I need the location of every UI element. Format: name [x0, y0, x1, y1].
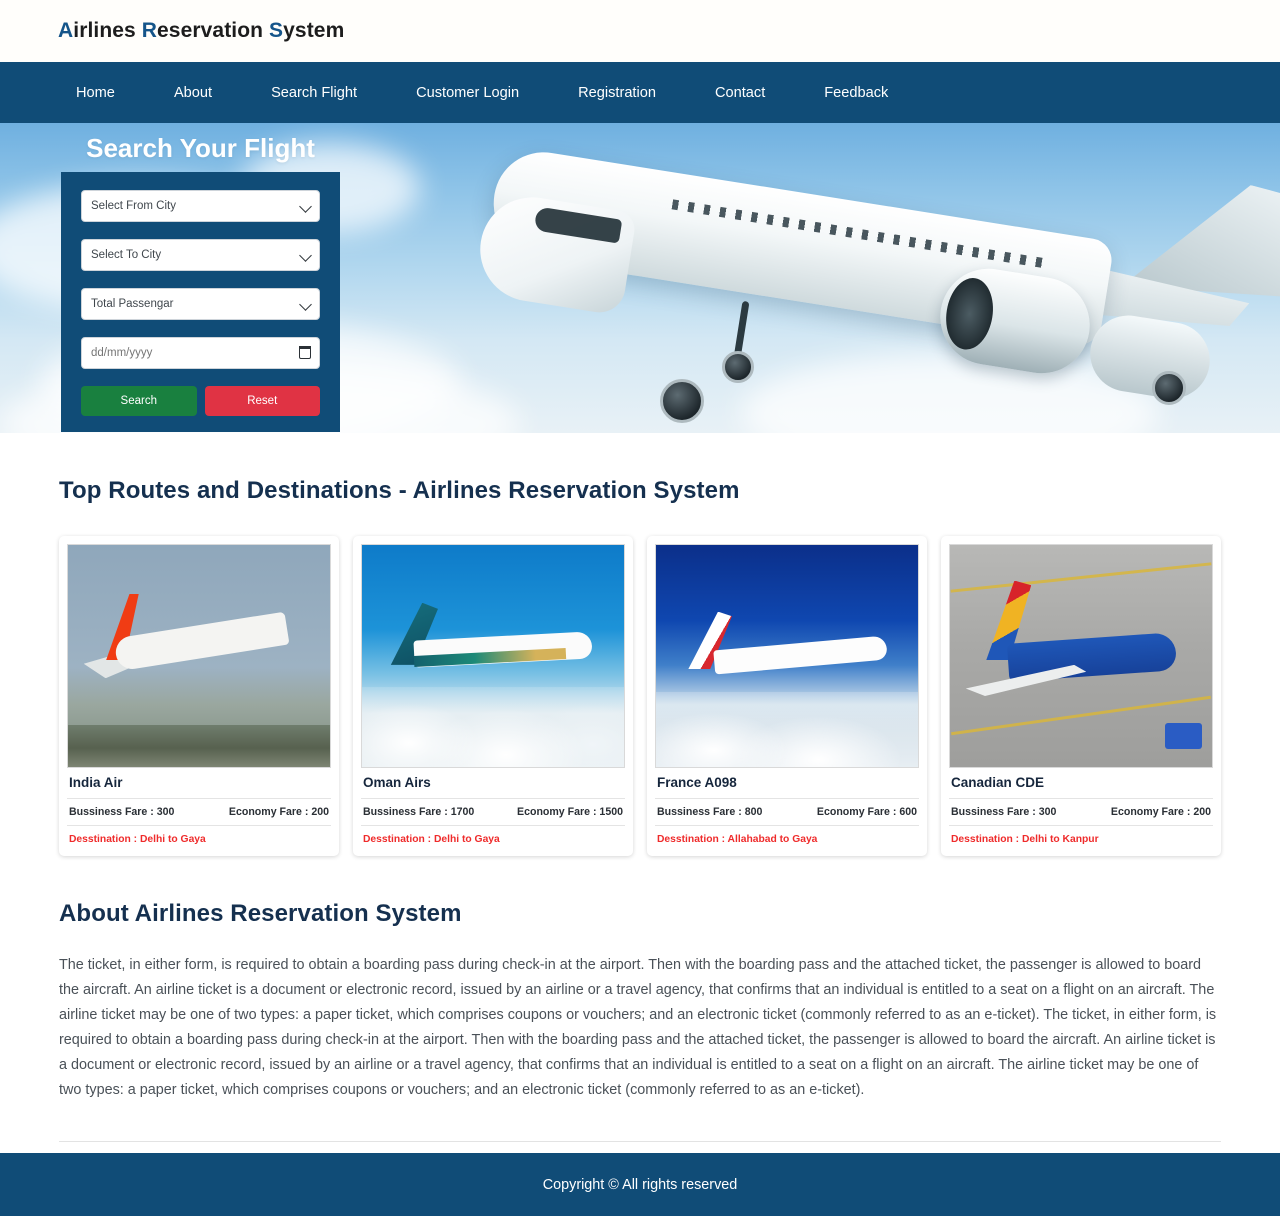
logo-initial-s: S [269, 19, 284, 42]
economy-fare-label: Economy Fare : 200 [1110, 806, 1211, 818]
route-card-airline-name: Canadian CDE [949, 768, 1213, 799]
route-card-image [361, 544, 625, 768]
route-cards-list: India Air Bussiness Fare : 300 Economy F… [59, 507, 1221, 856]
business-fare-label: Bussiness Fare : 800 [657, 806, 763, 818]
main-navigation: Home About Search Flight Customer Login … [0, 62, 1280, 123]
economy-fare-label: Economy Fare : 600 [816, 806, 917, 818]
nav-item-about[interactable]: About [156, 79, 230, 107]
logo-initial-a: A [58, 19, 74, 42]
flight-search-form: Select From City Select To City Total Pa… [61, 172, 340, 433]
business-fare-label: Bussiness Fare : 300 [69, 806, 175, 818]
nav-item-home[interactable]: Home [58, 79, 133, 107]
route-card-destination: Desstination : Delhi to Gaya [69, 834, 206, 845]
route-card-destination: Desstination : Allahabad to Gaya [657, 834, 818, 845]
search-form-actions: Search Reset [81, 386, 320, 417]
from-city-select[interactable]: Select From City [81, 190, 320, 223]
route-card-fares: Bussiness Fare : 300 Economy Fare : 200 [949, 799, 1213, 826]
about-section: About Airlines Reservation System The ti… [0, 856, 1280, 1142]
logo-word-airlines: irlines [73, 19, 142, 42]
flight-search-widget: Search Your Flight Select From City Sele… [61, 123, 340, 433]
nav-item-feedback[interactable]: Feedback [806, 79, 906, 107]
route-card-airline-name: France A098 [655, 768, 919, 799]
economy-fare-label: Economy Fare : 1500 [517, 806, 623, 818]
route-card[interactable]: India Air Bussiness Fare : 300 Economy F… [59, 536, 339, 856]
search-widget-title: Search Your Flight [86, 133, 315, 163]
travel-date-field [81, 337, 320, 370]
logo-initial-r: R [141, 19, 158, 42]
route-card-airline-name: India Air [67, 768, 331, 799]
route-card-fares: Bussiness Fare : 1700 Economy Fare : 150… [361, 799, 625, 826]
route-card-destination: Desstination : Delhi to Gaya [363, 834, 500, 845]
top-routes-section: Top Routes and Destinations - Airlines R… [0, 433, 1280, 856]
nav-item-contact[interactable]: Contact [697, 79, 783, 107]
section-divider [59, 1141, 1221, 1142]
route-card-airline-name: Oman Airs [361, 768, 625, 799]
route-card[interactable]: Canadian CDE Bussiness Fare : 300 Econom… [941, 536, 1221, 856]
nav-item-search-flight[interactable]: Search Flight [253, 79, 375, 107]
travel-date-input[interactable] [81, 337, 320, 370]
top-routes-title: Top Routes and Destinations - Airlines R… [59, 477, 740, 504]
to-city-select[interactable]: Select To City [81, 239, 320, 272]
route-card-image [655, 544, 919, 768]
copyright-text: Copyright © All rights reserved [542, 1176, 738, 1193]
logo-word-system: ystem [283, 19, 345, 42]
hero-banner: Search Your Flight Select From City Sele… [0, 123, 1280, 433]
nav-item-registration[interactable]: Registration [560, 79, 674, 107]
from-city-field: Select From City [81, 190, 320, 223]
about-body-text: The ticket, in either form, is required … [59, 957, 1217, 1098]
brand-bar: Airlines Reservation System [0, 0, 1280, 62]
to-city-field: Select To City [81, 239, 320, 272]
nav-item-customer-login[interactable]: Customer Login [398, 79, 537, 107]
route-card-image [949, 544, 1213, 768]
economy-fare-label: Economy Fare : 200 [228, 806, 329, 818]
logo-word-reservation: eservation [157, 19, 270, 42]
total-passenger-field: Total Passengar [81, 288, 320, 321]
total-passenger-select[interactable]: Total Passengar [81, 288, 320, 321]
route-card-fares: Bussiness Fare : 800 Economy Fare : 600 [655, 799, 919, 826]
site-logo[interactable]: Airlines Reservation System [58, 19, 344, 43]
route-card[interactable]: France A098 Bussiness Fare : 800 Economy… [647, 536, 927, 856]
business-fare-label: Bussiness Fare : 1700 [363, 806, 475, 818]
page-footer: Copyright © All rights reserved [0, 1153, 1280, 1216]
route-card-destination: Desstination : Delhi to Kanpur [951, 834, 1099, 845]
route-card[interactable]: Oman Airs Bussiness Fare : 1700 Economy … [353, 536, 633, 856]
business-fare-label: Bussiness Fare : 300 [951, 806, 1057, 818]
search-button[interactable]: Search [81, 386, 197, 417]
route-card-fares: Bussiness Fare : 300 Economy Fare : 200 [67, 799, 331, 826]
about-title: About Airlines Reservation System [59, 900, 462, 927]
hero-airplane-image [330, 123, 1280, 433]
route-card-image [67, 544, 331, 768]
reset-button[interactable]: Reset [204, 386, 320, 417]
